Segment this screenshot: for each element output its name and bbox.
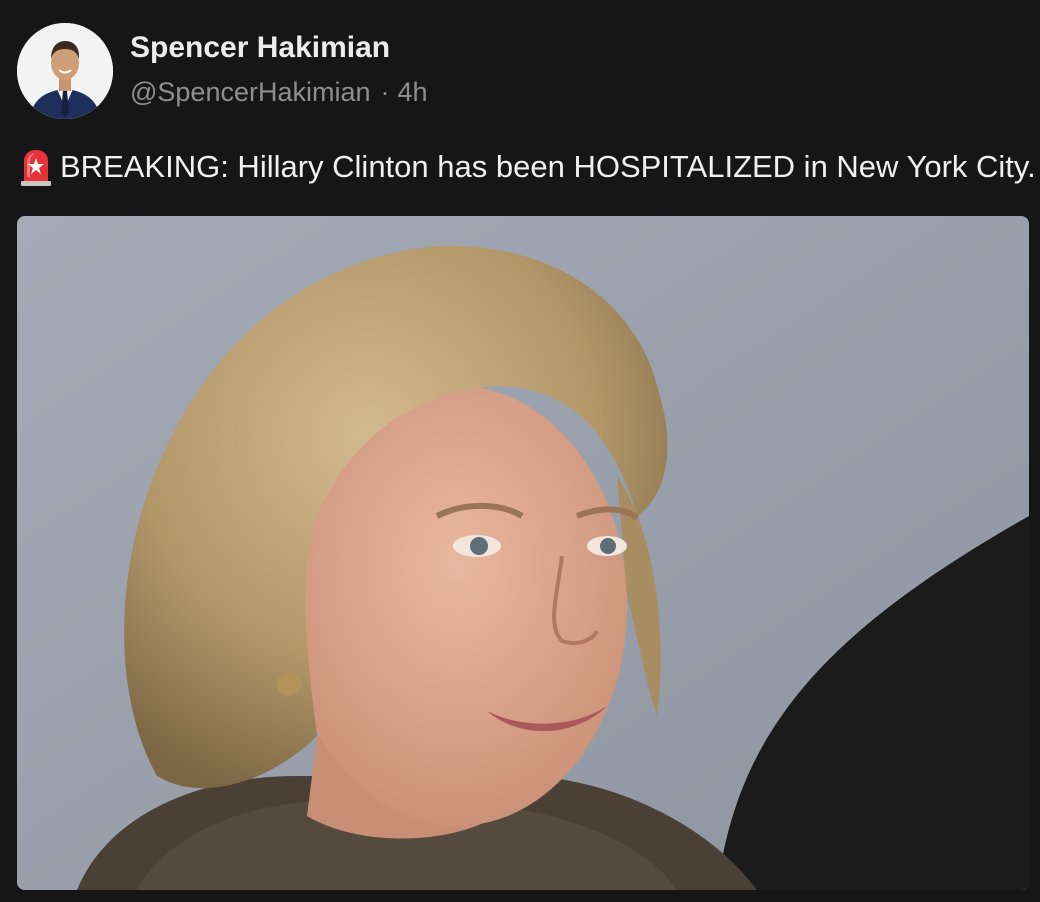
portrait-photo xyxy=(17,216,1029,890)
post-text: BREAKING: Hillary Clinton has been HOSPI… xyxy=(18,146,1036,188)
author-meta: @SpencerHakimian · 4h xyxy=(130,74,428,110)
post-media-photo[interactable] xyxy=(17,216,1029,890)
post-body-text: BREAKING: Hillary Clinton has been HOSPI… xyxy=(60,149,1036,184)
avatar[interactable] xyxy=(17,23,113,119)
post-card: Spencer Hakimian @SpencerHakimian · 4h BRE… xyxy=(0,0,1040,902)
meta-separator: · xyxy=(380,77,390,107)
post-timestamp[interactable]: 4h xyxy=(398,77,428,107)
author-display-name[interactable]: Spencer Hakimian xyxy=(130,28,390,68)
police-siren-icon xyxy=(18,147,54,187)
profile-avatar-icon xyxy=(17,23,113,119)
author-handle[interactable]: @SpencerHakimian xyxy=(130,77,371,107)
